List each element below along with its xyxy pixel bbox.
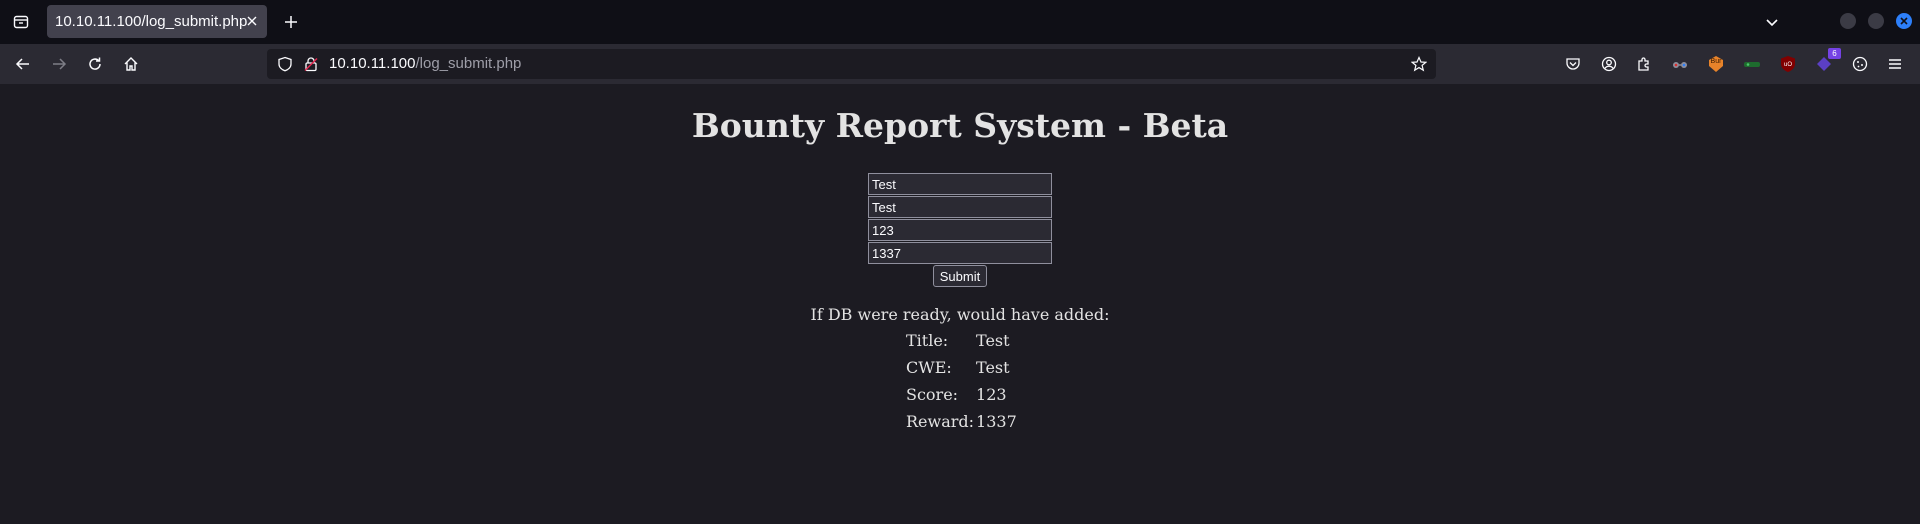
result-heading: If DB were ready, would have added: bbox=[810, 305, 1110, 324]
title-input[interactable] bbox=[868, 173, 1052, 195]
ublock-origin-icon[interactable]: uO bbox=[1777, 53, 1799, 75]
cookie-extension-icon[interactable] bbox=[1849, 53, 1871, 75]
firefox-view-icon[interactable] bbox=[8, 9, 34, 35]
url-host: 10.10.11.100 bbox=[329, 55, 416, 72]
svg-text:uO: uO bbox=[1784, 62, 1792, 68]
active-tab[interactable]: 10.10.11.100/log_submit.php bbox=[47, 5, 267, 38]
result-value: Test bbox=[976, 358, 1010, 377]
reload-icon bbox=[89, 57, 101, 70]
forward-button[interactable] bbox=[47, 52, 71, 76]
extension-badge: 6 bbox=[1828, 48, 1841, 59]
tracking-protection-shield-icon[interactable] bbox=[277, 56, 293, 72]
table-row: Title: Test bbox=[906, 327, 1019, 354]
bounty-report-form bbox=[868, 173, 1052, 265]
list-all-tabs-icon[interactable] bbox=[1762, 12, 1782, 32]
url-text[interactable]: 10.10.11.100/log_submit.php bbox=[329, 55, 521, 72]
home-button[interactable] bbox=[119, 52, 143, 76]
page-title: Bounty Report System - Beta bbox=[691, 106, 1229, 145]
burp-extension-label: Bur bbox=[1711, 58, 1723, 65]
arrow-left-icon bbox=[15, 58, 29, 70]
result-label: CWE: bbox=[906, 358, 952, 377]
result-label: Score: bbox=[906, 385, 959, 404]
url-bar[interactable]: 10.10.11.100/log_submit.php bbox=[267, 49, 1436, 79]
url-path: /log_submit.php bbox=[415, 55, 522, 72]
back-button[interactable] bbox=[11, 52, 35, 76]
new-tab-icon[interactable] bbox=[281, 12, 301, 32]
close-tab-icon[interactable] bbox=[245, 14, 259, 28]
close-window-button[interactable] bbox=[1896, 13, 1912, 29]
extensions-puzzle-icon[interactable] bbox=[1633, 53, 1655, 75]
account-icon[interactable] bbox=[1598, 53, 1620, 75]
foxyproxy-extension-icon[interactable]: 6 bbox=[1813, 48, 1841, 75]
result-value: 1337 bbox=[976, 412, 1017, 431]
reload-button[interactable] bbox=[83, 52, 107, 76]
bookmark-star-icon[interactable] bbox=[1410, 55, 1428, 73]
result-label: Title: bbox=[906, 331, 949, 350]
result-label: Reward: bbox=[906, 412, 975, 431]
green-extension-icon[interactable] bbox=[1741, 53, 1763, 75]
maximize-window-button[interactable] bbox=[1868, 13, 1884, 29]
minimize-window-button[interactable] bbox=[1840, 13, 1856, 29]
home-icon bbox=[124, 57, 138, 71]
submit-button[interactable]: Submit bbox=[933, 265, 987, 287]
table-row: Reward: 1337 bbox=[906, 408, 1019, 435]
burp-extension-icon[interactable]: Bur bbox=[1705, 53, 1727, 75]
close-icon bbox=[1900, 17, 1908, 25]
table-row: Score: 123 bbox=[906, 381, 1019, 408]
tab-title: 10.10.11.100/log_submit.php bbox=[55, 13, 248, 30]
reward-input[interactable] bbox=[868, 242, 1052, 264]
hamburger-menu-icon[interactable] bbox=[1884, 53, 1906, 75]
table-row: CWE: Test bbox=[906, 354, 1019, 381]
page-content: Bounty Report System - Beta Submit If DB… bbox=[0, 84, 1920, 524]
pocket-icon[interactable] bbox=[1562, 53, 1584, 75]
result-table: Title: Test CWE: Test Score: 123 Reward:… bbox=[906, 327, 1019, 435]
arrow-right-icon bbox=[53, 58, 67, 70]
navigation-toolbar: 10.10.11.100/log_submit.php Bur uO 6 bbox=[0, 44, 1920, 84]
cwe-input[interactable] bbox=[868, 196, 1052, 218]
glasses-extension-icon[interactable] bbox=[1669, 53, 1691, 75]
score-input[interactable] bbox=[868, 219, 1052, 241]
result-value: 123 bbox=[976, 385, 1007, 404]
insecure-lock-icon[interactable] bbox=[303, 56, 319, 72]
tab-strip: 10.10.11.100/log_submit.php bbox=[0, 0, 1920, 44]
result-value: Test bbox=[976, 331, 1010, 350]
